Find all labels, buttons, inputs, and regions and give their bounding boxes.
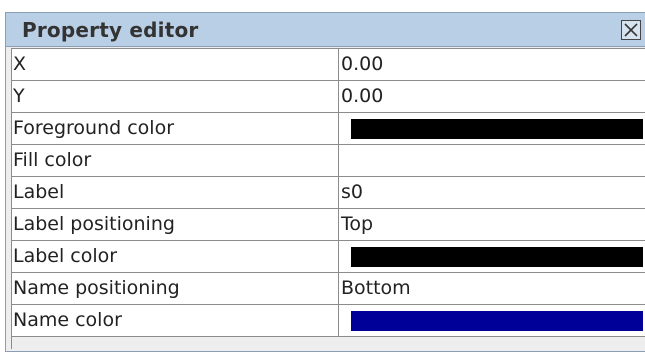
property-name: Y (11, 81, 339, 112)
property-row-name-positioning: Name positioning Bottom (11, 273, 645, 305)
property-row-y: Y 0.00 (11, 81, 645, 113)
property-value-foreground-color[interactable] (339, 113, 645, 144)
property-name: Label color (11, 241, 339, 272)
property-value-label[interactable]: s0 (339, 177, 645, 208)
color-swatch[interactable] (351, 119, 643, 139)
property-name: Name color (11, 305, 339, 336)
color-swatch[interactable] (351, 311, 643, 331)
property-value-label-color[interactable] (339, 241, 645, 272)
property-value-name-color[interactable] (339, 305, 645, 336)
panel-title: Property editor (22, 18, 199, 42)
close-box-icon (624, 23, 638, 37)
table-bottom-strip (11, 337, 339, 349)
property-row-fill-color: Fill color (11, 145, 645, 177)
property-name: X (11, 49, 339, 80)
color-swatch[interactable] (351, 247, 643, 267)
property-row-name-color: Name color (11, 305, 645, 337)
property-editor-panel: Property editor X 0.00 Y 0.00 Foreground… (5, 12, 645, 352)
close-button[interactable] (621, 20, 641, 40)
property-row-label-color: Label color (11, 241, 645, 273)
property-value-name-positioning[interactable]: Bottom (339, 273, 645, 304)
property-row-label-positioning: Label positioning Top (11, 209, 645, 241)
property-row-label: Label s0 (11, 177, 645, 209)
property-name: Fill color (11, 145, 339, 176)
property-row-foreground-color: Foreground color (11, 113, 645, 145)
property-value-x[interactable]: 0.00 (339, 49, 645, 80)
property-value-y[interactable]: 0.00 (339, 81, 645, 112)
property-value-label-positioning[interactable]: Top (339, 209, 645, 240)
title-bar: Property editor (6, 13, 645, 47)
property-name: Name positioning (11, 273, 339, 304)
property-name: Label (11, 177, 339, 208)
property-name: Label positioning (11, 209, 339, 240)
property-value-fill-color[interactable] (339, 145, 645, 176)
property-table: X 0.00 Y 0.00 Foreground color Fill colo… (11, 48, 645, 349)
property-row-x: X 0.00 (11, 49, 645, 81)
property-name: Foreground color (11, 113, 339, 144)
